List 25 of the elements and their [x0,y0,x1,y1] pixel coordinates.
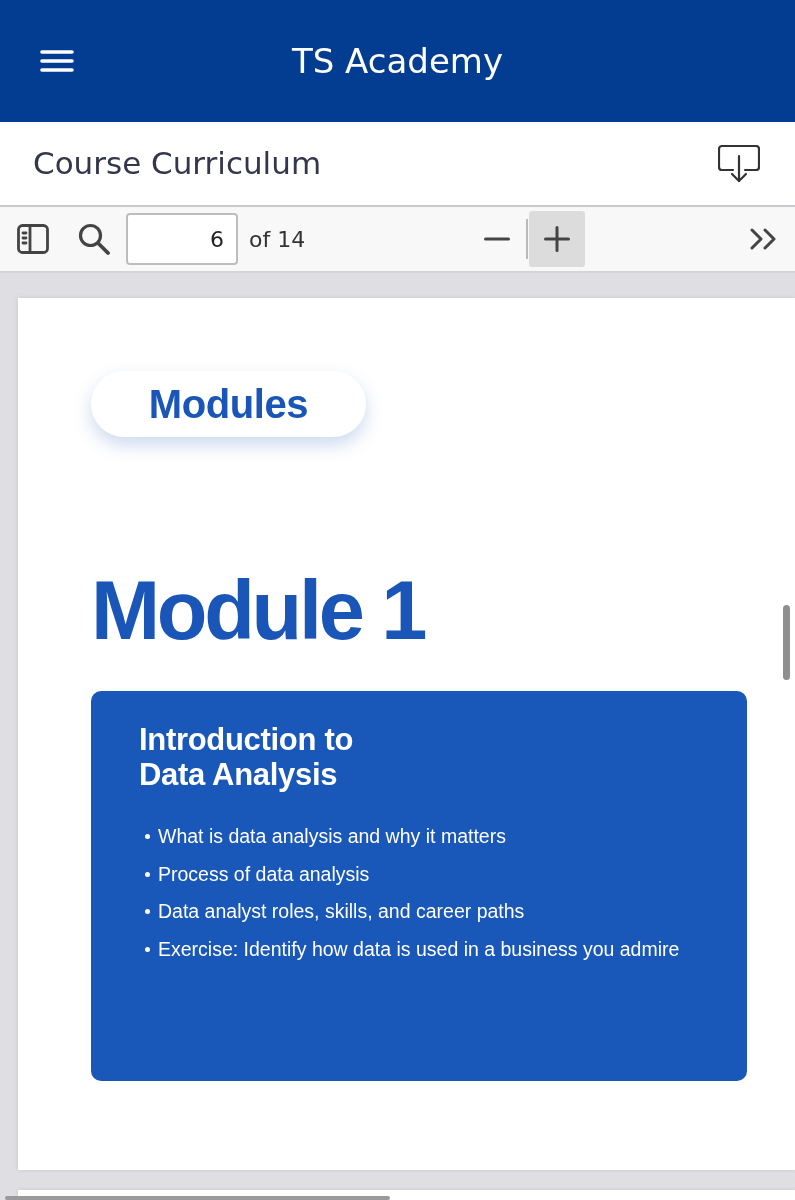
topic-text: Data analyst roles, skills, and career paths [158,899,525,925]
app-title: TS Academy [291,40,504,82]
download-icon[interactable] [718,144,760,183]
module-title: Introduction to Data Analysis [139,722,354,792]
scrollbar-thumb[interactable] [783,605,790,680]
topic-text: What is data analysis and why it matters [158,824,506,850]
bullet-icon [145,871,150,877]
topic-text: Process of data analysis [158,861,370,887]
bullet-icon [145,834,150,840]
page-number-field[interactable]: 6 [126,213,238,265]
search-icon[interactable] [78,223,110,255]
menu-icon[interactable] [40,50,74,72]
plus-icon [544,226,570,252]
bullet-icon [145,909,150,915]
section-label: Modules [91,371,366,437]
double-chevron-icon[interactable] [750,228,777,250]
scrollbar-thumb[interactable] [5,1196,390,1200]
module-heading: Module 1 [91,569,425,652]
topic-text: Exercise: Identify how data is used in a business you admire [158,936,680,962]
page-count: of 14 [249,225,306,254]
bullet-icon [145,946,150,952]
document-title: Course Curriculum [33,144,322,183]
zoom-in-button[interactable] [529,211,585,267]
minus-icon [484,237,510,241]
sidebar-icon[interactable] [17,224,49,254]
